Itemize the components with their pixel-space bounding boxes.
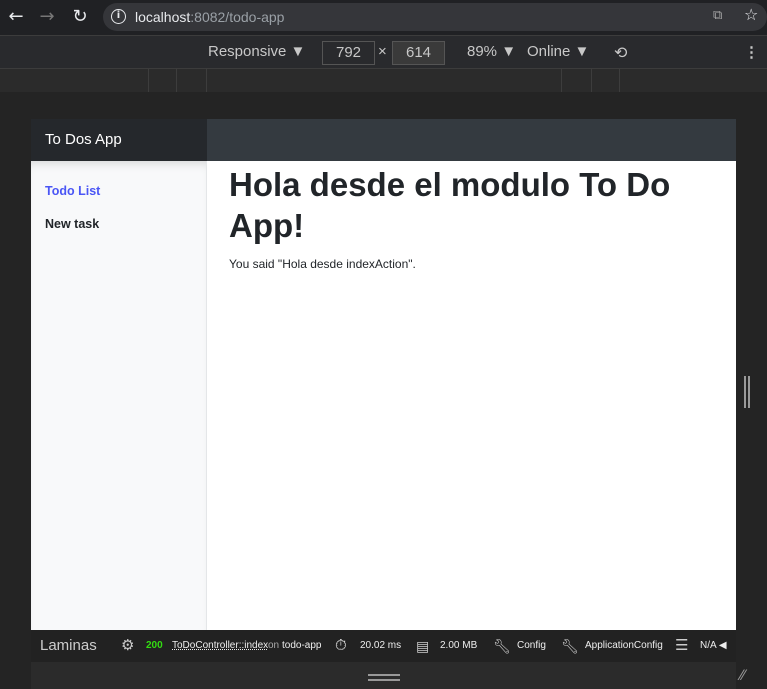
laminas-logo: Laminas [40, 637, 97, 654]
browser-top-bar: ← → ↻ localhost:8082/todo-app i ⧉ ☆ [0, 0, 767, 35]
debug-toolbar: Laminas ⚙ 200 ToDoController::index on t… [31, 630, 736, 662]
sidebar: Todo List New task [31, 161, 207, 630]
controller-link[interactable]: ToDoController::index [172, 630, 268, 662]
gear-icon: ⚙ [121, 637, 135, 654]
network-label: Online [527, 43, 571, 60]
route-name: todo-app [282, 640, 322, 651]
ruler-divider [561, 69, 562, 92]
ruler-divider [206, 69, 207, 92]
stopwatch-icon: ⏱ [335, 637, 347, 654]
memory-usage: 2.00 MB [440, 640, 478, 651]
device-toolbar: Responsive ▼ 792 × 614 89% ▼ Online ▼ ⟲ … [0, 35, 767, 69]
corner-resize-icon[interactable]: ⁄⁄ [740, 668, 745, 684]
config-link[interactable]: Config [517, 630, 546, 662]
ruler-divider [148, 69, 149, 92]
info-icon[interactable]: i [111, 9, 126, 24]
request-time: 20.02 ms [360, 640, 402, 651]
device-label: Responsive [208, 43, 287, 60]
viewport-bottom-handle-bar [31, 662, 736, 689]
db-status[interactable]: N/A ◀ [700, 630, 727, 662]
translate-icon[interactable]: ⧉ [713, 8, 722, 23]
forward-icon[interactable]: → [37, 6, 57, 27]
page-title: Hola desde el modulo To Do App! [229, 166, 671, 244]
side-resize-handle-icon[interactable] [744, 376, 750, 408]
wrench-icon: 🔧︎ [493, 638, 511, 654]
more-menu-icon[interactable]: ⋮ [744, 43, 759, 61]
database-icon: ☰ [675, 637, 689, 654]
ruler-divider [591, 69, 592, 92]
status-code: 200 [146, 640, 163, 651]
sidebar-item-todo-list[interactable]: Todo List [45, 184, 100, 198]
device-select[interactable]: Responsive ▼ [208, 43, 305, 60]
reload-icon[interactable]: ↻ [70, 6, 90, 27]
url-path: :8082/todo-app [190, 9, 285, 25]
ruler-divider [619, 69, 620, 92]
application-config-link[interactable]: ApplicationConfig [585, 630, 663, 662]
zoom-label: 89% [467, 43, 498, 60]
network-select[interactable]: Online ▼ [527, 43, 589, 60]
message-text: You said "Hola desde indexAction". [229, 257, 416, 271]
url-host: localhost [135, 9, 191, 25]
resize-handle-icon[interactable] [368, 674, 400, 681]
on-label: on [268, 640, 280, 651]
ruler-divider [176, 69, 177, 92]
brand[interactable]: To Dos App [31, 119, 207, 161]
media-query-ruler[interactable] [0, 69, 767, 92]
width-input[interactable]: 792 [322, 41, 375, 65]
top-navbar [207, 119, 736, 161]
url-bar[interactable]: localhost:8082/todo-app [103, 3, 767, 31]
sidebar-item-new-task[interactable]: New task [45, 217, 99, 231]
rotate-icon[interactable]: ⟲ [614, 43, 627, 63]
star-icon[interactable]: ☆ [744, 5, 758, 24]
zoom-select[interactable]: 89% ▼ [467, 43, 516, 60]
times-sign: × [378, 43, 387, 60]
back-icon[interactable]: ← [6, 6, 26, 27]
wrench-icon: 🔧︎ [561, 638, 579, 654]
height-input[interactable]: 614 [392, 41, 445, 65]
memory-icon: ▤ [416, 638, 430, 654]
app-viewport: To Dos App Todo List New task Hola desde… [31, 119, 736, 630]
